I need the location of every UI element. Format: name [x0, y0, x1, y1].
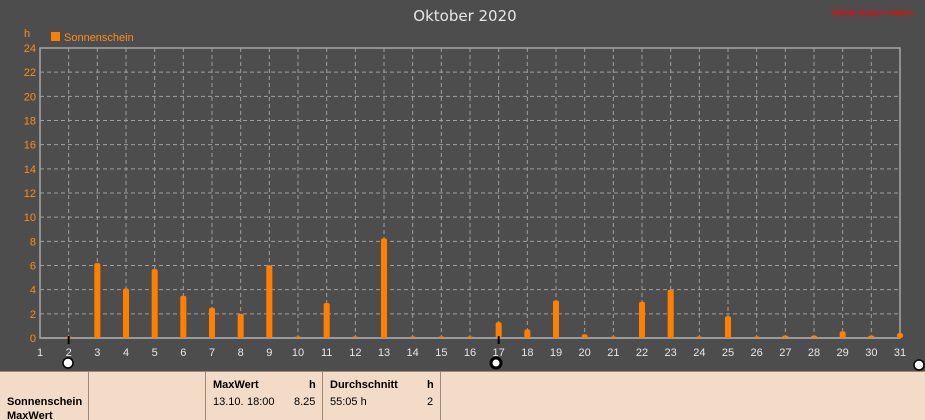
chart-title: Oktober 2020	[413, 7, 516, 25]
x-tick-label: 8	[238, 347, 244, 359]
bar-day-6	[180, 295, 187, 338]
summary-row-label-maxwert: MaxWert	[7, 410, 53, 420]
bar-day-10	[295, 336, 301, 338]
bar-day-11	[323, 302, 330, 338]
x-tick-label: 7	[209, 347, 215, 359]
y-unit-label: h	[24, 28, 30, 40]
x-tick-label: 31	[894, 347, 906, 359]
durchschnitt-count: 2	[427, 396, 434, 408]
x-tick-label: 18	[521, 347, 533, 359]
x-tick-label: 1	[37, 347, 43, 359]
x-tick-label: 2	[66, 347, 72, 359]
x-tick-label: 6	[180, 347, 186, 359]
bar-day-7	[209, 307, 215, 338]
maxwert-value: 8.25	[294, 396, 316, 408]
y-tick-label: 6	[30, 261, 36, 273]
bar-day-18	[524, 329, 531, 338]
bar-day-8	[237, 313, 244, 338]
y-tick-label: 10	[24, 212, 36, 224]
summary-durchschnitt-cell: Durchschnitt h 55:05 h 2	[323, 372, 441, 420]
x-tick-label: 13	[378, 347, 390, 359]
bar-day-28	[811, 335, 817, 338]
bar-day-22	[639, 301, 645, 338]
bar-day-25	[725, 316, 731, 338]
bar-day-30	[868, 335, 875, 338]
x-tick-label: 29	[837, 347, 849, 359]
bar-day-26	[753, 336, 760, 338]
y-tick-label: 4	[30, 285, 36, 297]
x-tick-label: 25	[722, 347, 734, 359]
x-tick-label: 16	[464, 347, 476, 359]
x-tick-label: 23	[665, 347, 677, 359]
y-tick-label: 8	[30, 236, 36, 248]
y-tick-label: 14	[24, 164, 36, 176]
bar-day-17	[495, 322, 502, 338]
x-tick-label: 12	[349, 347, 361, 359]
y-tick-label: 22	[24, 67, 36, 79]
x-tick-label: 27	[779, 347, 791, 359]
maxwert-header: MaxWert	[213, 379, 259, 391]
durchschnitt-header: Durchschnitt	[330, 379, 398, 391]
x-tick-label: 11	[321, 347, 332, 359]
y-tick-label: 12	[24, 188, 36, 200]
summary-row-label-sonnenschein: Sonnenschein	[7, 396, 83, 408]
summary-maxwert-cell: MaxWert h 13.10. 18:00 8.25	[206, 372, 323, 420]
bar-day-31	[897, 333, 903, 338]
y-tick-label: 16	[24, 140, 36, 152]
x-tick-label: 14	[407, 347, 419, 359]
x-tick-label: 10	[292, 347, 304, 359]
bar-day-21	[610, 336, 617, 338]
bar-day-12	[352, 336, 359, 338]
bar-day-27	[782, 335, 789, 338]
x-tick-label: 4	[123, 347, 129, 359]
bar-day-15	[438, 336, 445, 338]
station-watermark: Wetterstation Hatten	[831, 8, 913, 18]
bar-day-23	[667, 289, 674, 338]
bar-day-5	[151, 269, 158, 338]
summary-label-cell: Sonnenschein MaxWert	[0, 372, 89, 420]
y-tick-label: 0	[30, 333, 36, 345]
x-tick-label: 28	[808, 347, 820, 359]
bar-day-4	[123, 288, 129, 338]
summary-empty-cell	[89, 372, 206, 420]
legend-label: Sonnenschein	[64, 32, 134, 44]
maxwert-time: 18:00	[247, 396, 275, 408]
x-tick-label: 21	[607, 347, 619, 359]
x-tick-label: 3	[94, 347, 100, 359]
y-tick-label: 20	[24, 91, 36, 103]
bar-day-9	[266, 265, 273, 338]
bar-day-14	[409, 336, 416, 338]
y-tick-label: 24	[24, 43, 36, 55]
bar-day-29	[839, 331, 846, 338]
bar-day-24	[696, 336, 703, 338]
summary-panel: Sonnenschein MaxWert MaxWert h 13.10. 18…	[0, 371, 925, 420]
durchschnitt-unit: h	[427, 379, 434, 391]
legend-swatch	[51, 32, 60, 41]
x-tick-label: 19	[550, 347, 562, 359]
y-tick-label: 2	[30, 309, 36, 321]
x-tick-label: 15	[435, 347, 447, 359]
range-handle-left[interactable]	[62, 357, 74, 369]
bar-day-3	[94, 263, 101, 338]
range-handle-center[interactable]	[489, 356, 503, 370]
durchschnitt-value: 55:05 h	[330, 396, 367, 408]
bar-day-20	[581, 334, 588, 338]
bar-day-16	[467, 336, 473, 338]
x-tick-label: 22	[636, 347, 648, 359]
x-tick-label: 9	[266, 347, 272, 359]
x-tick-label: 5	[152, 347, 158, 359]
x-tick-label: 30	[865, 347, 877, 359]
maxwert-unit: h	[309, 379, 316, 391]
bar-day-13	[381, 238, 387, 338]
y-tick-label: 18	[24, 116, 36, 128]
x-tick-label: 26	[751, 347, 763, 359]
sunshine-chart: 0246810121416182022241 2 3 4 5 6 7 8 9 10 11 12 13 14…	[24, 7, 925, 371]
bar-day-19	[553, 300, 559, 338]
maxwert-date: 13.10.	[213, 396, 244, 408]
range-handle-right[interactable]	[913, 359, 925, 371]
x-tick-label: 20	[579, 347, 591, 359]
x-tick-label: 24	[693, 347, 705, 359]
